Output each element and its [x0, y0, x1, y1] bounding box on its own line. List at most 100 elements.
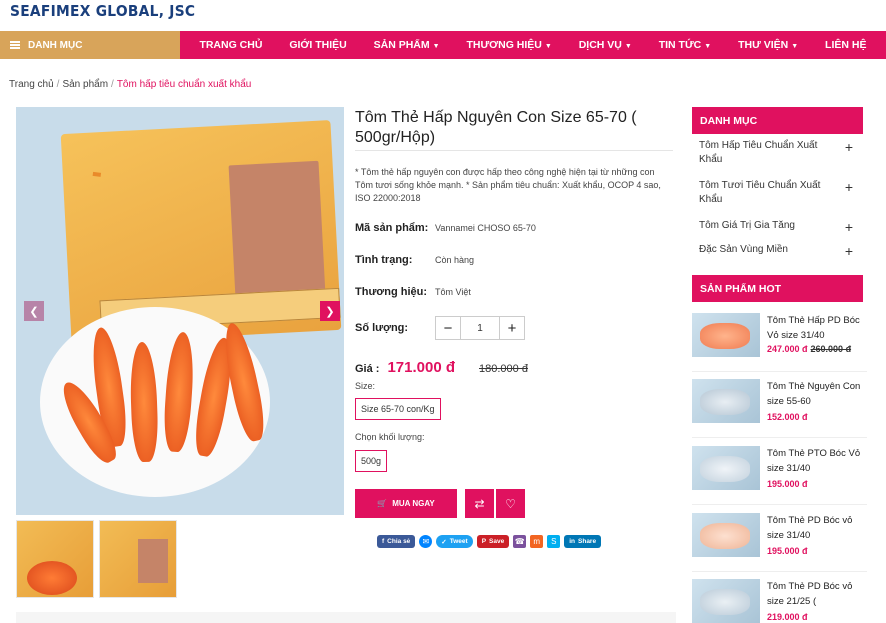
status-row: Tình trạng: Còn hàng — [355, 254, 474, 266]
hot-product-item[interactable]: Tôm Thẻ PTO Bóc Vỏ size 31/40 195.000 đ — [692, 446, 867, 508]
nav-item-about[interactable]: GIỚI THIỆU — [289, 39, 346, 51]
share-bar: f Chia sẻ ✉ ✓ Tweet P Save ☎ m S in Share — [377, 535, 602, 548]
size-option-button[interactable]: Size 65-70 con/Kg — [355, 398, 441, 420]
heart-icon: ♡ — [505, 496, 516, 511]
nav-item-brands[interactable]: THƯƠNG HIỆU ▼ — [466, 39, 551, 51]
skype-share-button[interactable]: S — [547, 535, 561, 548]
nav-items: TRANG CHỦ GIỚI THIỆU SẢN PHẨM ▼ THƯƠNG HI… — [180, 31, 886, 59]
gallery-thumbnail-2[interactable] — [99, 520, 177, 598]
brand-row: Thương hiệu: Tôm Việt — [355, 286, 471, 298]
viber-share-button[interactable]: ☎ — [513, 535, 527, 548]
gallery-next-button[interactable]: ❯ — [320, 301, 340, 321]
facebook-share-button[interactable]: f Chia sẻ — [377, 535, 416, 548]
breadcrumb-current: Tôm hấp tiêu chuẩn xuất khẩu — [116, 79, 252, 90]
current-price: 171.000 đ — [387, 359, 456, 376]
category-menu-button[interactable]: DANH MỤC — [0, 31, 180, 59]
description-tab-strip — [16, 612, 676, 623]
quantity-increase-button[interactable]: + — [500, 317, 524, 339]
sidebar-category-item[interactable]: Tôm Hấp Tiêu Chuẩn Xuất Khẩu + — [699, 139, 859, 167]
sku-value: Vannamei CHOSO 65-70 — [435, 223, 536, 233]
plus-icon[interactable]: + — [845, 220, 853, 234]
hot-product-image[interactable] — [692, 379, 760, 423]
status-label: Tình trạng: — [355, 254, 413, 266]
chevron-right-icon: ❯ — [325, 305, 335, 318]
messenger-share-button[interactable]: ✉ — [419, 535, 433, 548]
chevron-down-icon: ▼ — [791, 43, 799, 50]
chevron-left-icon: ❮ — [29, 305, 39, 318]
sidebar-hot-title: SẢN PHẨM HOT — [692, 275, 863, 302]
size-label: Size: — [355, 381, 376, 391]
divider — [355, 150, 673, 151]
product-title: Tôm Thẻ Hấp Nguyên Con Size 65-70 ( 500g… — [355, 109, 637, 146]
pinterest-save-button[interactable]: P Save — [476, 535, 510, 548]
product-description: * Tôm thẻ hấp nguyên con được hấp theo c… — [355, 167, 661, 203]
quantity-decrease-button[interactable]: − — [436, 317, 460, 339]
product-image-main[interactable]: ❮ ❯ — [16, 107, 344, 515]
breadcrumb-section[interactable]: Sản phẩm — [62, 79, 108, 90]
hot-product-item[interactable]: Tôm Thẻ Hấp PD Bóc Vỏ size 31/40 247.000… — [692, 313, 867, 375]
sidebar-category-item[interactable]: Đặc Sản Vùng Miền + — [699, 243, 859, 258]
hot-product-item[interactable]: Tôm Thẻ Nguyên Con size 55-60 152.000 đ — [692, 379, 867, 441]
gallery-thumbnail-1[interactable] — [16, 520, 94, 598]
wishlist-button[interactable]: ♡ — [496, 489, 525, 518]
brand-label: Thương hiệu: — [355, 286, 427, 298]
mix-icon: m — [533, 537, 541, 546]
nav-item-contact[interactable]: LIÊN HỆ — [825, 39, 866, 51]
hot-product-name[interactable]: Tôm Thẻ PD Bóc vỏ size 31/40 — [767, 513, 867, 543]
chevron-down-icon: ▼ — [432, 43, 440, 50]
sidebar-categories-title: DANH MỤC — [692, 107, 863, 134]
buy-now-button[interactable]: 🛒 MUA NGAY — [355, 489, 457, 518]
compare-button[interactable]: ⇄ — [465, 489, 494, 518]
nav-item-news[interactable]: TIN TỨC ▼ — [659, 39, 711, 51]
chevron-down-icon: ▼ — [624, 43, 632, 50]
hot-product-name[interactable]: Tôm Thẻ Hấp PD Bóc Vỏ size 31/40 — [767, 313, 867, 343]
hot-product-image[interactable] — [692, 313, 760, 357]
compare-arrows-icon: ⇄ — [474, 496, 485, 511]
twitter-icon: ✓ — [441, 538, 447, 546]
hot-product-name[interactable]: Tôm Thẻ PD Bóc vỏ size 21/25 ( — [767, 579, 867, 609]
linkedin-icon: in — [569, 538, 576, 545]
breadcrumb: Trang chủ / Sản phẩm / Tôm hấp tiêu chuẩn xu… — [9, 79, 252, 90]
hot-product-price: 195.000 đ — [767, 479, 808, 489]
messenger-icon: ✉ — [422, 537, 430, 546]
main-nav: DANH MỤC TRANG CHỦ GIỚI THIỆU SẢN PHẨM ▼ … — [0, 31, 886, 59]
nav-item-products[interactable]: SẢN PHẨM ▼ — [374, 39, 440, 51]
hot-product-price: 152.000 đ — [767, 412, 808, 422]
hot-product-item[interactable]: Tôm Thẻ PD Bóc vỏ size 31/40 195.000 đ — [692, 513, 867, 575]
linkedin-share-button[interactable]: in Share — [564, 535, 602, 548]
hot-product-item[interactable]: Tôm Thẻ PD Bóc vỏ size 21/25 ( 219.000 đ — [692, 579, 867, 623]
sidebar-category-item[interactable]: Tôm Tươi Tiêu Chuẩn Xuất Khẩu + — [699, 179, 859, 207]
hot-product-image[interactable] — [692, 579, 760, 623]
nav-item-services[interactable]: DỊCH VỤ ▼ — [579, 39, 632, 51]
chevron-down-icon: ▼ — [704, 43, 712, 50]
status-value: Còn hàng — [435, 255, 475, 265]
plus-icon[interactable]: + — [845, 244, 853, 258]
sidebar-category-item[interactable]: Tôm Giá Trị Gia Tăng + — [699, 219, 859, 234]
cart-icon: 🛒 — [377, 499, 388, 508]
price-row: Giá : 171.000 đ 180.000 đ — [355, 359, 528, 376]
viber-icon: ☎ — [514, 537, 525, 546]
plus-icon[interactable]: + — [845, 140, 853, 154]
hot-product-image[interactable] — [692, 513, 760, 557]
hot-product-name[interactable]: Tôm Thẻ Nguyên Con size 55-60 — [767, 379, 867, 409]
quantity-input[interactable]: 1 — [460, 317, 500, 339]
brand-value: Tôm Việt — [435, 287, 471, 297]
product-box-image — [60, 120, 342, 344]
weight-option-button[interactable]: 500g — [355, 450, 388, 472]
plus-icon[interactable]: + — [845, 180, 853, 194]
hot-product-price: 219.000 đ — [767, 612, 808, 622]
old-price: 180.000 đ — [479, 363, 528, 375]
nav-item-home[interactable]: TRANG CHỦ — [199, 39, 262, 51]
twitter-share-button[interactable]: ✓ Tweet — [436, 535, 473, 548]
facebook-icon: f — [382, 538, 385, 545]
hot-product-name[interactable]: Tôm Thẻ PTO Bóc Vỏ size 31/40 — [767, 446, 867, 476]
hot-product-image[interactable] — [692, 446, 760, 490]
top-header: SEAFIMEX GLOBAL, JSC — [0, 0, 886, 31]
breadcrumb-home[interactable]: Trang chủ — [9, 79, 54, 90]
quantity-label: Số lượng: — [355, 322, 409, 334]
price-label: Giá : — [355, 363, 380, 375]
mix-share-button[interactable]: m — [530, 535, 544, 548]
nav-item-library[interactable]: THƯ VIỆN ▼ — [738, 39, 798, 51]
gallery-prev-button[interactable]: ❮ — [24, 301, 44, 321]
site-logo[interactable]: SEAFIMEX GLOBAL, JSC — [10, 2, 195, 20]
